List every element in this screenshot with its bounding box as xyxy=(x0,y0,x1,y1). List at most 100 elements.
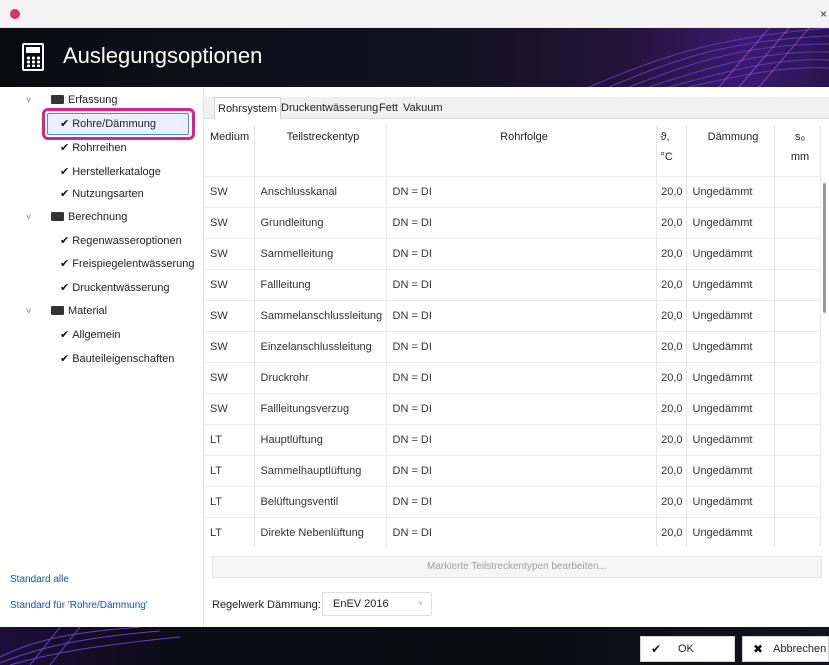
cell-teilstreckentyp[interactable]: Einzelanschlussleitung xyxy=(254,331,387,363)
cell-temperature[interactable]: 20,0 xyxy=(656,393,687,425)
cell-temperature[interactable]: 20,0 xyxy=(656,486,687,518)
cell-daemmung[interactable]: Ungedämmt xyxy=(686,238,775,270)
cell-daemmung[interactable]: Ungedämmt xyxy=(686,517,775,547)
cell-temperature[interactable]: 20,0 xyxy=(656,176,687,208)
tree-item-bauteileigenschaften[interactable]: ✔ Bauteileigenschaften xyxy=(60,348,174,370)
tree-item-nutzungsarten[interactable]: ✔ Nutzungsarten xyxy=(60,183,144,205)
cell-temperature[interactable]: 20,0 xyxy=(656,238,687,270)
cell-daemmung[interactable]: Ungedämmt xyxy=(686,486,775,518)
window-close-icon[interactable]: × xyxy=(820,7,827,21)
cell-rohrfolge[interactable]: DN = DI xyxy=(386,331,657,363)
cell-medium[interactable]: LT xyxy=(204,486,255,518)
table-row[interactable]: LT Direkte Nebenlüftung DN = DI 20,0 Ungedäm… xyxy=(204,517,821,547)
tree-item-rohrreihen[interactable]: ✔ Rohrreihen xyxy=(60,137,127,159)
ok-button[interactable]: ✔ OK xyxy=(640,636,735,662)
tree-item-druckentwaesserung[interactable]: ✔ Druckentwässerung xyxy=(60,277,169,299)
table-row[interactable]: LT Sammelhauptlüftung DN = DI 20,0 Ungedämmt xyxy=(204,455,821,487)
cell-s0[interactable] xyxy=(774,176,821,208)
cell-rohrfolge[interactable]: DN = DI xyxy=(386,207,657,239)
cell-medium[interactable]: SW xyxy=(204,393,255,425)
edit-selected-types-button[interactable]: Markierte Teilstreckentypen bearbeiten..… xyxy=(212,556,822,578)
tree-item-allgemein[interactable]: ✔ Allgemein xyxy=(60,324,121,346)
cell-teilstreckentyp[interactable]: Fallleitungsverzug xyxy=(254,393,387,425)
cell-temperature[interactable]: 20,0 xyxy=(656,362,687,394)
cell-temperature[interactable]: 20,0 xyxy=(656,331,687,363)
cell-s0[interactable] xyxy=(774,393,821,425)
chevron-down-icon[interactable]: ˅ xyxy=(26,206,31,228)
regelwerk-select[interactable]: EnEV 2016 ˅ xyxy=(322,592,432,616)
standard-all-link[interactable]: Standard alle xyxy=(10,574,69,585)
cell-s0[interactable] xyxy=(774,269,821,301)
cell-daemmung[interactable]: Ungedämmt xyxy=(686,300,775,332)
table-row[interactable]: LT Hauptlüftung DN = DI 20,0 Ungedämmt xyxy=(204,424,821,456)
cell-s0[interactable] xyxy=(774,517,821,547)
table-row[interactable]: LT Belüftungsventil DN = DI 20,0 Ungedämmt xyxy=(204,486,821,518)
cell-s0[interactable] xyxy=(774,424,821,456)
tree-item-regenwasseroptionen[interactable]: ✔ Regenwasseroptionen xyxy=(60,230,182,252)
cell-teilstreckentyp[interactable]: Direkte Nebenlüftung xyxy=(254,517,387,547)
vertical-scrollbar[interactable] xyxy=(823,183,826,313)
table-row[interactable]: SW Fallleitungsverzug DN = DI 20,0 Ungedämmt xyxy=(204,393,821,425)
cell-s0[interactable] xyxy=(774,207,821,239)
cell-rohrfolge[interactable]: DN = DI xyxy=(386,393,657,425)
table-row[interactable]: SW Anschlusskanal DN = DI 20,0 Ungedämmt xyxy=(204,176,821,208)
tree-item-herstellerkataloge[interactable]: ✔ Herstellerkataloge xyxy=(60,161,161,183)
cell-medium[interactable]: LT xyxy=(204,455,255,487)
cell-temperature[interactable]: 20,0 xyxy=(656,207,687,239)
col-daemmung[interactable]: Dämmung xyxy=(686,125,775,177)
col-rohrfolge[interactable]: Rohrfolge xyxy=(386,125,657,177)
cell-rohrfolge[interactable]: DN = DI xyxy=(386,269,657,301)
cell-medium[interactable]: SW xyxy=(204,300,255,332)
cell-medium[interactable]: LT xyxy=(204,424,255,456)
cell-medium[interactable]: SW xyxy=(204,238,255,270)
cell-s0[interactable] xyxy=(774,331,821,363)
cell-teilstreckentyp[interactable]: Belüftungsventil xyxy=(254,486,387,518)
cell-rohrfolge[interactable]: DN = DI xyxy=(386,486,657,518)
cell-temperature[interactable]: 20,0 xyxy=(656,300,687,332)
table-row[interactable]: SW Einzelanschlussleitung DN = DI 20,0 Unged… xyxy=(204,331,821,363)
cell-daemmung[interactable]: Ungedämmt xyxy=(686,424,775,456)
cell-rohrfolge[interactable]: DN = DI xyxy=(386,455,657,487)
cell-s0[interactable] xyxy=(774,238,821,270)
cell-s0[interactable] xyxy=(774,362,821,394)
table-row[interactable]: SW Fallleitung DN = DI 20,0 Ungedämmt xyxy=(204,269,821,301)
chevron-down-icon[interactable]: ˅ xyxy=(26,89,31,111)
cell-daemmung[interactable]: Ungedämmt xyxy=(686,269,775,301)
table-row[interactable]: SW Sammelleitung DN = DI 20,0 Ungedämmt xyxy=(204,238,821,270)
cell-temperature[interactable]: 20,0 xyxy=(656,517,687,547)
cell-medium[interactable]: SW xyxy=(204,176,255,208)
cell-teilstreckentyp[interactable]: Fallleitung xyxy=(254,269,387,301)
cell-daemmung[interactable]: Ungedämmt xyxy=(686,207,775,239)
cell-medium[interactable]: SW xyxy=(204,362,255,394)
cell-s0[interactable] xyxy=(774,455,821,487)
cell-temperature[interactable]: 20,0 xyxy=(656,455,687,487)
cell-teilstreckentyp[interactable]: Hauptlüftung xyxy=(254,424,387,456)
cell-daemmung[interactable]: Ungedämmt xyxy=(686,176,775,208)
cell-medium[interactable]: SW xyxy=(204,331,255,363)
tree-item-rohre-daemmung[interactable]: ✔ Rohre/Dämmung xyxy=(60,113,156,135)
cell-daemmung[interactable]: Ungedämmt xyxy=(686,393,775,425)
col-temperature[interactable]: ϑ, °C xyxy=(656,125,687,177)
cell-medium[interactable]: SW xyxy=(204,207,255,239)
cell-teilstreckentyp[interactable]: Sammelanschlussleitung xyxy=(254,300,387,332)
col-teilstreckentyp[interactable]: Teilstreckentyp xyxy=(254,125,387,177)
cell-teilstreckentyp[interactable]: Druckrohr xyxy=(254,362,387,394)
cell-rohrfolge[interactable]: DN = DI xyxy=(386,362,657,394)
tab-vakuum[interactable]: Vakuum xyxy=(400,97,446,119)
tree-item-freispiegelentwaesserung[interactable]: ✔ Freispiegelentwässerung xyxy=(60,253,195,275)
cell-rohrfolge[interactable]: DN = DI xyxy=(386,300,657,332)
cell-temperature[interactable]: 20,0 xyxy=(656,269,687,301)
cell-daemmung[interactable]: Ungedämmt xyxy=(686,362,775,394)
table-row[interactable]: SW Grundleitung DN = DI 20,0 Ungedämmt xyxy=(204,207,821,239)
cell-rohrfolge[interactable]: DN = DI xyxy=(386,238,657,270)
cell-daemmung[interactable]: Ungedämmt xyxy=(686,455,775,487)
cell-teilstreckentyp[interactable]: Anschlusskanal xyxy=(254,176,387,208)
tab-rohrsystem[interactable]: Rohrsystem xyxy=(214,97,281,119)
cancel-button[interactable]: ✖ Abbrechen xyxy=(742,636,829,662)
tab-fett[interactable]: Fett xyxy=(376,97,401,119)
standard-current-link[interactable]: Standard für 'Rohre/Dämmung' xyxy=(10,600,148,611)
cell-medium[interactable]: SW xyxy=(204,269,255,301)
cell-rohrfolge[interactable]: DN = DI xyxy=(386,424,657,456)
cell-rohrfolge[interactable]: DN = DI xyxy=(386,517,657,547)
cell-s0[interactable] xyxy=(774,300,821,332)
